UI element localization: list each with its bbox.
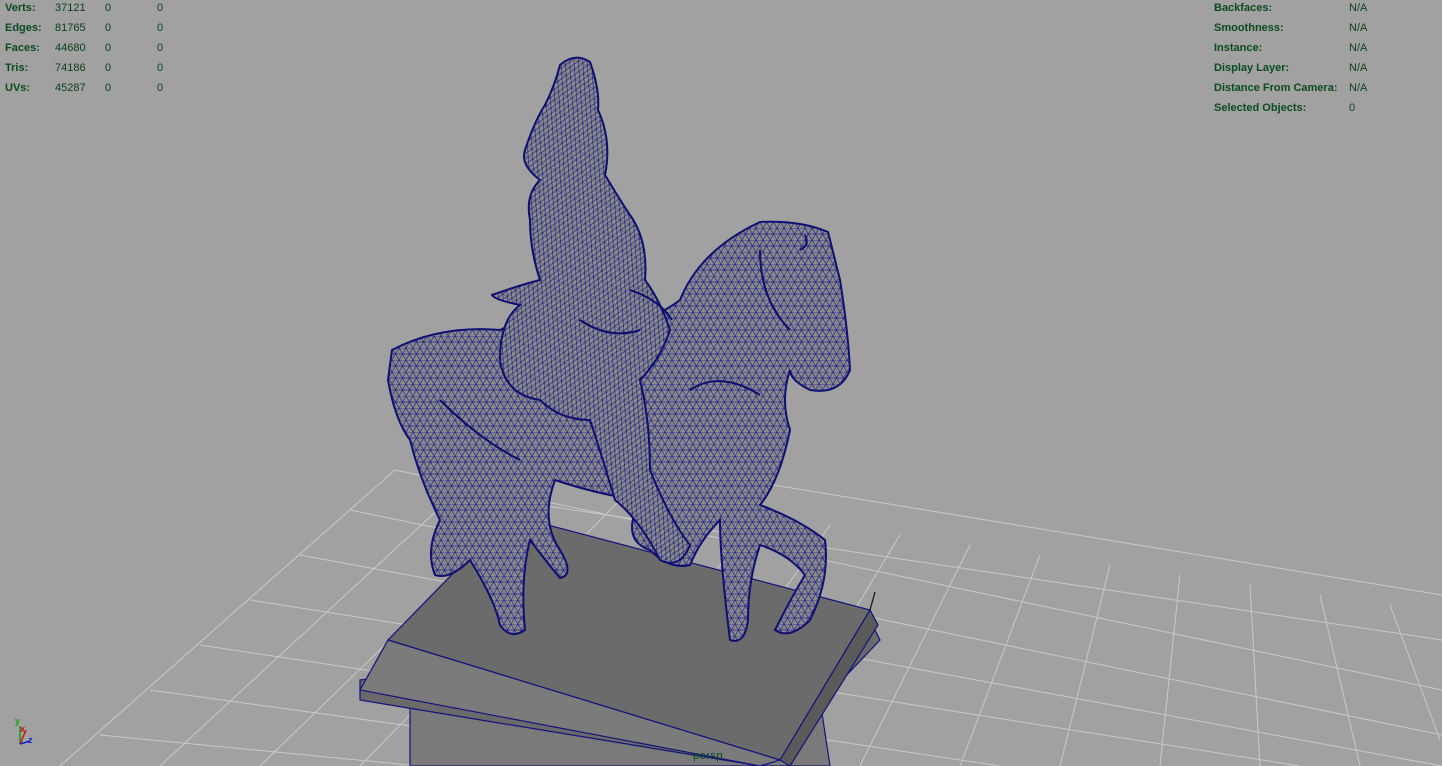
stat-value: 0 bbox=[105, 82, 112, 94]
stat-value: 37121 bbox=[55, 2, 86, 14]
stat-value: 0 bbox=[105, 2, 112, 14]
info-row: Instance: N/A bbox=[1214, 38, 1389, 58]
stat-label: Faces: bbox=[5, 42, 40, 54]
poly-count-hud: Verts: 37121 0 0 Edges: 81765 0 0 Faces: 44680 0 0 T… bbox=[5, 0, 187, 98]
stat-value: 0 bbox=[105, 62, 112, 74]
stat-row: Edges: 81765 0 0 bbox=[5, 18, 187, 38]
stat-value: 44680 bbox=[55, 42, 86, 54]
info-value: N/A bbox=[1349, 42, 1368, 54]
info-value: N/A bbox=[1349, 62, 1368, 74]
stat-label: UVs: bbox=[5, 82, 31, 94]
info-row: Selected Objects: 0 bbox=[1214, 98, 1389, 118]
view-axis-indicator: y x z bbox=[10, 716, 40, 750]
stat-value: 0 bbox=[105, 22, 112, 34]
info-label: Backfaces: bbox=[1214, 2, 1273, 14]
perspective-viewport[interactable]: Verts: 37121 0 0 Edges: 81765 0 0 Faces: 44680 0 0 T… bbox=[0, 0, 1442, 766]
axis-x-label: x bbox=[20, 724, 26, 734]
stat-row: Faces: 44680 0 0 bbox=[5, 38, 187, 58]
stat-row: Tris: 74186 0 0 bbox=[5, 58, 187, 78]
info-value: N/A bbox=[1349, 22, 1368, 34]
info-label: Distance From Camera: bbox=[1214, 82, 1338, 94]
axis-z-label: z bbox=[28, 735, 33, 745]
camera-name-label: persp bbox=[693, 750, 724, 762]
stat-label: Verts: bbox=[5, 2, 36, 14]
info-value: N/A bbox=[1349, 82, 1368, 94]
stat-label: Tris: bbox=[5, 62, 29, 74]
stat-value: 0 bbox=[157, 82, 164, 94]
stat-value: 0 bbox=[157, 42, 164, 54]
info-row: Backfaces: N/A bbox=[1214, 0, 1389, 18]
info-value: N/A bbox=[1349, 2, 1368, 14]
info-label: Instance: bbox=[1214, 42, 1263, 54]
stat-row: UVs: 45287 0 0 bbox=[5, 78, 187, 98]
info-row: Smoothness: N/A bbox=[1214, 18, 1389, 38]
info-label: Selected Objects: bbox=[1214, 102, 1307, 114]
stat-value: 0 bbox=[157, 62, 164, 74]
info-row: Distance From Camera: N/A bbox=[1214, 78, 1389, 98]
info-label: Display Layer: bbox=[1214, 62, 1290, 74]
stat-value: 81765 bbox=[55, 22, 86, 34]
object-info-hud: Backfaces: N/A Smoothness: N/A Instance: N/A D… bbox=[1214, 0, 1389, 118]
stat-value: 0 bbox=[157, 2, 164, 14]
info-value: 0 bbox=[1349, 102, 1356, 114]
stat-value: 0 bbox=[157, 22, 164, 34]
info-label: Smoothness: bbox=[1214, 22, 1284, 34]
stat-row: Verts: 37121 0 0 bbox=[5, 0, 187, 18]
info-row: Display Layer: N/A bbox=[1214, 58, 1389, 78]
stat-value: 0 bbox=[105, 42, 112, 54]
stat-value: 45287 bbox=[55, 82, 86, 94]
stat-value: 74186 bbox=[55, 62, 86, 74]
stat-label: Edges: bbox=[5, 22, 42, 34]
